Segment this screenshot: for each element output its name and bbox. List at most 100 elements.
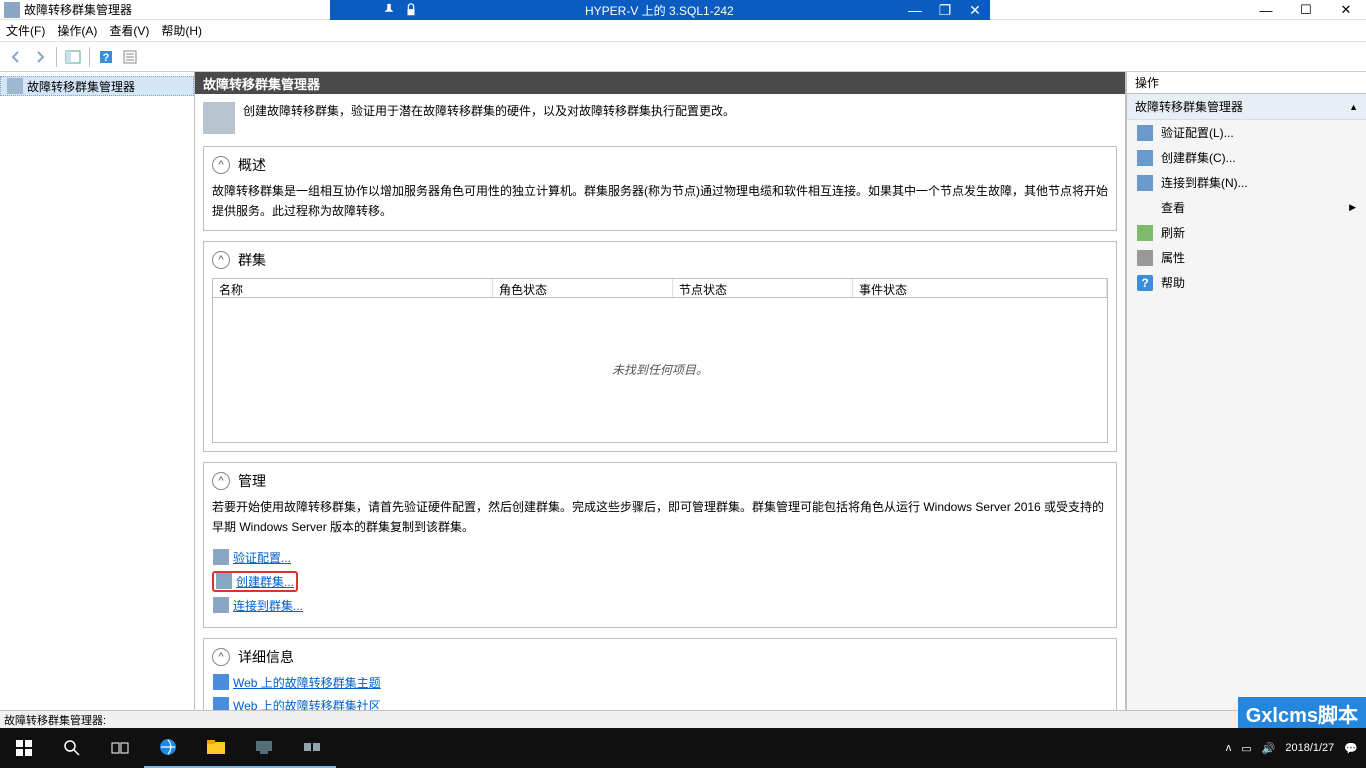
submenu-arrow-icon: ▶ xyxy=(1349,202,1356,213)
close-button[interactable]: ✕ xyxy=(1326,0,1366,20)
forward-button[interactable] xyxy=(28,45,52,69)
action-validate[interactable]: 验证配置(L)... xyxy=(1127,120,1366,145)
show-hide-tree-button[interactable] xyxy=(61,45,85,69)
vm-close-button[interactable]: ✕ xyxy=(960,0,990,20)
tree-root[interactable]: 故障转移群集管理器 xyxy=(0,76,194,96)
toolbar: ? xyxy=(0,42,1366,72)
status-bar: 故障转移群集管理器: xyxy=(0,710,1366,728)
vm-connection-bar: HYPER-V 上的 3.SQL1-242 — ❐ ✕ xyxy=(330,0,990,20)
back-button[interactable] xyxy=(4,45,28,69)
action-help[interactable]: ? 帮助 xyxy=(1127,270,1366,295)
server-manager-button[interactable] xyxy=(240,728,288,768)
watermark: Gxlcms脚本 xyxy=(1238,697,1366,730)
manage-body: 若要开始使用故障转移群集，请首先验证硬件配置，然后创建群集。完成这些步骤后，即可… xyxy=(212,497,1108,538)
notification-icon[interactable]: 💬 xyxy=(1344,742,1358,755)
start-button[interactable] xyxy=(0,728,48,768)
minimize-button[interactable]: — xyxy=(1246,0,1286,20)
create-cluster-link[interactable]: 创建群集... xyxy=(212,571,298,592)
maximize-button[interactable]: ☐ xyxy=(1286,0,1326,20)
vm-maximize-button[interactable]: ❐ xyxy=(930,0,960,20)
clusters-table-header: 名称 角色状态 节点状态 事件状态 xyxy=(212,278,1108,298)
action-connect[interactable]: 连接到群集(N)... xyxy=(1127,170,1366,195)
menu-file[interactable]: 文件(F) xyxy=(6,22,45,39)
col-role-status[interactable]: 角色状态 xyxy=(493,279,673,297)
tree-root-label: 故障转移群集管理器 xyxy=(27,78,135,95)
connect-icon xyxy=(1137,175,1153,191)
search-button[interactable] xyxy=(48,728,96,768)
connect-cluster-link[interactable]: 连接到群集... xyxy=(212,596,1108,615)
overview-section: ^ 概述 故障转移群集是一组相互协作以增加服务器角色可用性的独立计算机。群集服务… xyxy=(203,146,1117,231)
intro-text: 创建故障转移群集，验证用于潜在故障转移群集的硬件，以及对故障转移群集执行配置更改… xyxy=(243,102,735,121)
validate-link-label: 验证配置... xyxy=(233,549,291,566)
action-validate-label: 验证配置(L)... xyxy=(1161,124,1234,141)
actions-pane: 操作 故障转移群集管理器 ▲ 验证配置(L)... 创建群集(C)... 连接到… xyxy=(1126,72,1366,710)
connect-link-label: 连接到群集... xyxy=(233,597,303,614)
action-help-label: 帮助 xyxy=(1161,274,1185,291)
cluster-icon xyxy=(203,102,235,134)
content-pane: 故障转移群集管理器 创建故障转移群集，验证用于潜在故障转移群集的硬件，以及对故障… xyxy=(195,72,1126,710)
task-view-button[interactable] xyxy=(96,728,144,768)
collapse-icon[interactable]: ^ xyxy=(212,251,230,269)
action-properties[interactable]: 属性 xyxy=(1127,245,1366,270)
clusters-section: ^ 群集 名称 角色状态 节点状态 事件状态 未找到任何项目。 xyxy=(203,241,1117,452)
web-topics-link[interactable]: Web 上的故障转移群集主题 xyxy=(212,673,1108,692)
col-name[interactable]: 名称 xyxy=(213,279,493,297)
actions-group-header[interactable]: 故障转移群集管理器 ▲ xyxy=(1127,94,1366,120)
taskbar: ᴧ ▭ 🔊 2018/1/27 💬 xyxy=(0,728,1366,768)
menu-help[interactable]: 帮助(H) xyxy=(161,22,202,39)
app-title: 故障转移群集管理器 xyxy=(24,1,132,18)
blank-icon xyxy=(1137,200,1153,216)
vm-minimize-button[interactable]: — xyxy=(900,0,930,20)
pin-icon[interactable] xyxy=(380,2,398,18)
tray-up-icon[interactable]: ᴧ xyxy=(1226,742,1232,754)
help-icon: ? xyxy=(1137,275,1153,291)
ie-button[interactable] xyxy=(144,728,192,768)
action-view[interactable]: 查看 ▶ xyxy=(1127,195,1366,220)
explorer-button[interactable] xyxy=(192,728,240,768)
tree-pane: 故障转移群集管理器 xyxy=(0,72,195,710)
col-event-status[interactable]: 事件状态 xyxy=(853,279,1107,297)
collapse-icon[interactable]: ^ xyxy=(212,472,230,490)
manage-title: 管理 xyxy=(238,471,266,491)
col-node-status[interactable]: 节点状态 xyxy=(673,279,853,297)
lock-icon[interactable] xyxy=(402,2,420,18)
actions-header: 操作 xyxy=(1127,72,1366,94)
menu-bar: 文件(F) 操作(A) 查看(V) 帮助(H) xyxy=(0,20,1366,42)
clusters-title: 群集 xyxy=(238,250,266,270)
taskbar-date[interactable]: 2018/1/27 xyxy=(1285,742,1334,754)
details-title: 详细信息 xyxy=(238,647,294,667)
overview-body: 故障转移群集是一组相互协作以增加服务器角色可用性的独立计算机。群集服务器(称为节… xyxy=(212,181,1108,222)
validate-icon xyxy=(1137,125,1153,141)
action-create-label: 创建群集(C)... xyxy=(1161,149,1236,166)
create-icon xyxy=(1137,150,1153,166)
menu-view[interactable]: 查看(V) xyxy=(109,22,149,39)
validate-icon xyxy=(213,549,229,565)
collapse-icon[interactable]: ^ xyxy=(212,648,230,666)
web-community-label: Web 上的故障转移群集社区 xyxy=(233,697,381,710)
content-title: 故障转移群集管理器 xyxy=(195,72,1125,94)
clusters-empty: 未找到任何项目。 xyxy=(212,298,1108,443)
properties-button[interactable] xyxy=(118,45,142,69)
web-topics-label: Web 上的故障转移群集主题 xyxy=(233,674,381,691)
validate-config-link[interactable]: 验证配置... xyxy=(212,548,1108,567)
network-icon[interactable]: ▭ xyxy=(1241,742,1251,755)
create-link-label: 创建群集... xyxy=(236,573,294,590)
action-properties-label: 属性 xyxy=(1161,249,1185,266)
help-button[interactable]: ? xyxy=(94,45,118,69)
action-refresh-label: 刷新 xyxy=(1161,224,1185,241)
collapse-icon[interactable]: ^ xyxy=(212,156,230,174)
create-icon xyxy=(216,573,232,589)
collapse-triangle-icon: ▲ xyxy=(1349,102,1358,112)
manage-section: ^ 管理 若要开始使用故障转移群集，请首先验证硬件配置，然后创建群集。完成这些步… xyxy=(203,462,1117,628)
volume-icon[interactable]: 🔊 xyxy=(1262,742,1276,755)
cluster-manager-taskbar-button[interactable] xyxy=(288,728,336,768)
titlebar: 故障转移群集管理器 HYPER-V 上的 3.SQL1-242 — ❐ ✕ — … xyxy=(0,0,1366,20)
svg-text:?: ? xyxy=(103,52,110,64)
action-create[interactable]: 创建群集(C)... xyxy=(1127,145,1366,170)
web-community-link[interactable]: Web 上的故障转移群集社区 xyxy=(212,696,1108,710)
actions-group-label: 故障转移群集管理器 xyxy=(1135,98,1243,115)
menu-action[interactable]: 操作(A) xyxy=(57,22,97,39)
overview-title: 概述 xyxy=(238,155,266,175)
action-refresh[interactable]: 刷新 xyxy=(1127,220,1366,245)
cluster-manager-icon xyxy=(7,78,23,94)
